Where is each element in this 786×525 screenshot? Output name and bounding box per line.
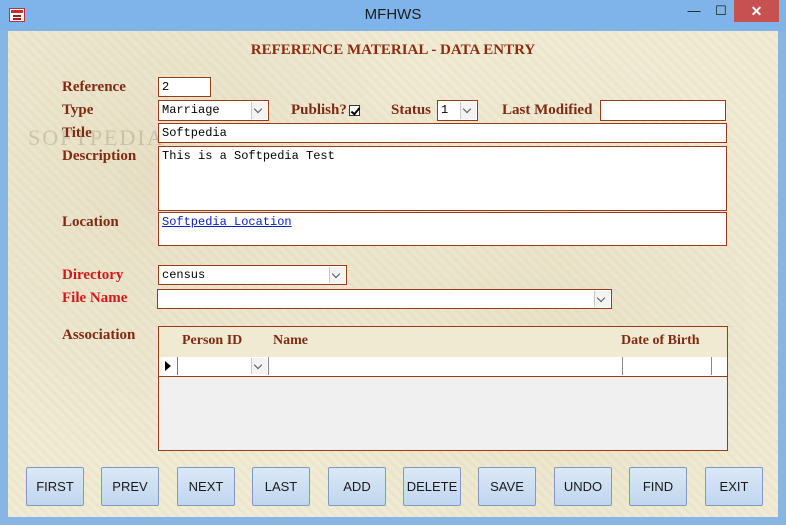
directory-value: census bbox=[162, 268, 206, 282]
association-label: Association bbox=[62, 327, 136, 343]
record-selector-icon[interactable] bbox=[159, 357, 178, 375]
person-id-cell[interactable] bbox=[178, 357, 269, 375]
window-title: MFHWS bbox=[364, 6, 422, 23]
first-button[interactable]: FIRST bbox=[26, 467, 84, 506]
maximize-button[interactable]: ☐ bbox=[711, 0, 731, 22]
delete-button[interactable]: DELETE bbox=[403, 467, 461, 506]
directory-select[interactable]: census bbox=[158, 265, 347, 285]
type-label: Type bbox=[62, 102, 94, 118]
form-body: SOFTPEDIA REFERENCE MATERIAL - DATA ENTR… bbox=[8, 31, 778, 517]
column-person-id: Person ID bbox=[182, 333, 243, 348]
last-modified-label: Last Modified bbox=[502, 102, 593, 118]
chevron-down-icon[interactable] bbox=[460, 102, 476, 119]
status-label: Status bbox=[391, 102, 432, 118]
description-label: Description bbox=[62, 148, 137, 164]
type-select[interactable]: Marriage bbox=[158, 100, 269, 121]
location-link[interactable]: Softpedia Location bbox=[162, 215, 292, 229]
chevron-down-icon[interactable] bbox=[251, 358, 267, 374]
next-button[interactable]: NEXT bbox=[177, 467, 235, 506]
prev-button[interactable]: PREV bbox=[101, 467, 159, 506]
date-of-birth-cell[interactable] bbox=[623, 357, 712, 375]
form-heading: REFERENCE MATERIAL - DATA ENTRY bbox=[250, 42, 536, 58]
file-name-select[interactable] bbox=[157, 289, 612, 309]
association-subform: Person ID Name Date of Birth bbox=[158, 326, 728, 451]
status-select[interactable]: 1 bbox=[437, 100, 478, 121]
type-value: Marriage bbox=[162, 103, 220, 117]
last-button[interactable]: LAST bbox=[252, 467, 310, 506]
association-row[interactable] bbox=[159, 357, 727, 377]
file-name-label: File Name bbox=[62, 290, 128, 306]
title-input[interactable]: Softpedia bbox=[158, 123, 727, 143]
close-button[interactable]: ✕ bbox=[734, 0, 779, 22]
name-cell[interactable] bbox=[269, 357, 623, 375]
reference-label: Reference bbox=[62, 79, 126, 95]
add-button[interactable]: ADD bbox=[328, 467, 386, 506]
reference-input[interactable]: 2 bbox=[158, 77, 211, 97]
publish-label: Publish? bbox=[291, 102, 347, 118]
title-bar[interactable]: MFHWS — ☐ ✕ bbox=[0, 0, 786, 31]
location-label: Location bbox=[62, 214, 119, 230]
find-button[interactable]: FIND bbox=[629, 467, 687, 506]
location-field[interactable]: Softpedia Location bbox=[158, 212, 727, 246]
directory-label: Directory bbox=[62, 267, 124, 283]
exit-button[interactable]: EXIT bbox=[705, 467, 763, 506]
chevron-down-icon[interactable] bbox=[329, 267, 345, 283]
association-header: Person ID Name Date of Birth bbox=[159, 327, 727, 358]
undo-button[interactable]: UNDO bbox=[554, 467, 612, 506]
publish-checkbox[interactable] bbox=[349, 105, 360, 116]
description-textarea[interactable]: This is a Softpedia Test bbox=[158, 146, 727, 211]
chevron-down-icon[interactable] bbox=[594, 291, 610, 307]
status-value: 1 bbox=[441, 103, 449, 117]
save-button[interactable]: SAVE bbox=[478, 467, 536, 506]
app-window: MFHWS — ☐ ✕ SOFTPEDIA REFERENCE MATERIAL… bbox=[0, 0, 786, 525]
chevron-down-icon[interactable] bbox=[251, 102, 267, 119]
column-date-of-birth: Date of Birth bbox=[621, 333, 700, 348]
title-label: Title bbox=[62, 125, 92, 141]
last-modified-input[interactable] bbox=[600, 100, 726, 121]
minimize-button[interactable]: — bbox=[684, 0, 704, 22]
column-name: Name bbox=[273, 333, 308, 348]
